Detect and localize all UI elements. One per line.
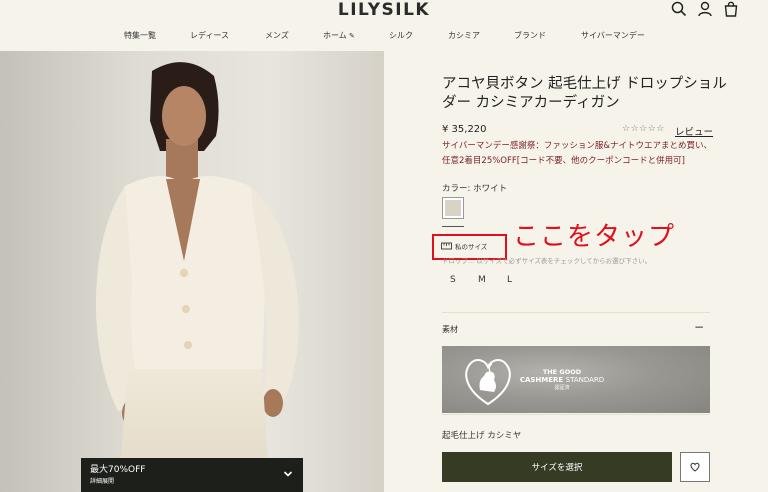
promo-title: 最大70%OFF — [90, 465, 146, 475]
divider — [442, 414, 710, 415]
product-title: アコヤ貝ボタン 起毛仕上げ ドロップショルダー カシミアカーディガン — [442, 76, 727, 111]
cashmere-line3: 認証済 — [554, 385, 570, 391]
cashmere-standard-banner: THE GOOD CASHMERE STANDARD 認証済 — [442, 346, 710, 413]
size-note: ドロップ... 以サイズで必ずサイズ表をチェックしてからお選び下さい。 — [442, 257, 652, 265]
divider — [442, 312, 710, 313]
nav-item-cyber-monday[interactable]: サイバーマンデー — [581, 30, 645, 41]
color-swatch-white[interactable] — [442, 197, 464, 219]
product-price: ¥ 35,220 — [442, 124, 487, 135]
swatch-selected-indicator — [442, 226, 464, 227]
cashmere-line2: CASHMERE STANDARD — [519, 376, 605, 384]
chevron-down-icon[interactable] — [283, 469, 293, 479]
nav-item-features[interactable]: 特集一覧 — [124, 30, 156, 41]
main-nav: 特集一覧 レディース メンズ ホーム ✎ シルク カシミア ブランド サイバーマ… — [0, 30, 768, 44]
material-collapse-toggle[interactable]: − — [694, 320, 704, 334]
cashmere-line1: THE GOOD — [542, 368, 582, 376]
size-option-m[interactable]: M — [478, 275, 486, 285]
nav-item-home-label: ホーム — [323, 31, 347, 40]
size-option-s[interactable]: S — [450, 275, 456, 285]
nav-item-cashmere[interactable]: カシミア — [448, 30, 480, 41]
nav-item-mens[interactable]: メンズ — [265, 30, 289, 41]
site-logo[interactable]: LILYSILK — [0, 0, 768, 20]
user-icon[interactable] — [697, 1, 713, 17]
nav-item-silk[interactable]: シルク — [389, 30, 413, 41]
heart-icon — [690, 462, 700, 472]
nav-item-brand[interactable]: ブランド — [514, 30, 546, 41]
cashmere-standard-text: THE GOOD CASHMERE STANDARD 認証済 — [512, 368, 612, 391]
promo-detail: 詳細展開 — [90, 478, 115, 485]
search-icon[interactable] — [671, 1, 687, 17]
sale-notice: サイバーマンデー感謝祭：ファッション服&ナイトウエアまとめ買い、任意2着目25%… — [442, 141, 712, 166]
size-option-l[interactable]: L — [507, 275, 512, 285]
fabric-description: 起毛仕上げ カシミヤ — [442, 431, 522, 441]
good-cashmere-badge-icon — [465, 359, 511, 406]
promo-banner[interactable]: 最大70%OFF 詳細展開 — [81, 458, 303, 492]
material-label: 素材 — [442, 325, 458, 334]
nav-item-home[interactable]: ホーム ✎ — [323, 30, 355, 41]
review-link[interactable]: レビュー — [675, 124, 713, 138]
favorite-button[interactable] — [680, 452, 710, 482]
tap-annotation: ここをタップ — [513, 222, 676, 252]
cart-icon[interactable] — [723, 1, 739, 17]
header-icons — [671, 1, 739, 17]
rating-stars: ☆☆☆☆☆ — [622, 124, 665, 134]
color-label: カラー: ホワイト — [442, 184, 508, 194]
select-size-button[interactable]: サイズを選択 — [442, 452, 672, 482]
hand-icon: ✎ — [346, 32, 355, 40]
nav-item-ladies[interactable]: レディース — [190, 30, 229, 41]
product-photo[interactable] — [0, 51, 384, 492]
